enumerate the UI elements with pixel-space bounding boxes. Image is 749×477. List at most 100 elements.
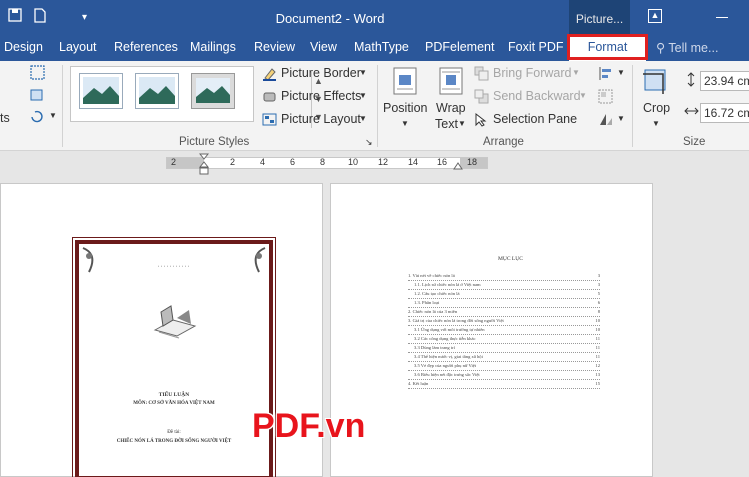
- dropdown-arrow-icon[interactable]: ▼: [49, 111, 57, 120]
- cover-subject: MÔN: CƠ SỞ VĂN HÓA VIỆT NAM: [133, 401, 215, 406]
- dropdown-arrow-icon[interactable]: ▼: [359, 68, 367, 77]
- shape-height-input[interactable]: 23.94 cm: [700, 71, 749, 91]
- toc-entry[interactable]: 3.1 Ứng dụng với môi trường tự nhiên 10: [408, 327, 600, 335]
- save-icon[interactable]: [8, 8, 22, 26]
- toc-entry-page: 15: [594, 381, 600, 386]
- tab-foxit-pdf[interactable]: Foxit PDF: [508, 40, 564, 54]
- ruler-number: 4: [260, 157, 266, 167]
- toc-entry-label: 1. Vài nét về chiếc nón lá: [408, 273, 456, 278]
- right-indent-marker[interactable]: [453, 160, 463, 174]
- separator: [632, 65, 633, 147]
- toc-entry[interactable]: 3.3 Dùng làm trang trí 11: [408, 345, 600, 353]
- picture-style-thumb-selected[interactable]: [191, 73, 235, 109]
- picture-style-thumb[interactable]: [79, 73, 123, 109]
- tab-mailings[interactable]: Mailings: [190, 40, 236, 54]
- send-backward-button[interactable]: Send Backward: [493, 89, 581, 103]
- reset-picture-icon[interactable]: [30, 109, 45, 124]
- dropdown-arrow-icon[interactable]: ▼: [617, 114, 625, 123]
- dropdown-arrow-icon[interactable]: ▼: [572, 68, 580, 77]
- position-icon: [393, 67, 417, 95]
- position-button[interactable]: Position: [383, 101, 427, 115]
- toc-entry[interactable]: 3.4 Thể hiện nước vị, giai tầng xã hội 11: [408, 354, 600, 362]
- wrap-text-label-line2[interactable]: Text: [435, 117, 458, 131]
- tab-references[interactable]: References: [114, 40, 178, 54]
- customize-qat-icon[interactable]: ▾: [82, 10, 87, 26]
- dropdown-arrow-icon[interactable]: ▼: [652, 119, 660, 128]
- ribbon-display-options-icon[interactable]: ▲: [648, 9, 662, 23]
- toc-entry-page: 3: [596, 282, 600, 287]
- selection-pane-button[interactable]: Selection Pane: [493, 112, 577, 126]
- dropdown-arrow-icon[interactable]: ▼: [359, 114, 367, 123]
- bring-forward-icon: [474, 66, 489, 81]
- dropdown-arrow-icon[interactable]: ▼: [617, 68, 625, 77]
- group-objects-icon[interactable]: [598, 89, 613, 104]
- crop-icon: [642, 67, 670, 95]
- ruler-number: 8: [320, 157, 326, 167]
- toc-entry[interactable]: 3. Giá trị của chiếc nón lá trong đời số…: [408, 318, 600, 326]
- ribbon: ts ▼ ▲ ▼ ▼ Picture Border ▼ Picture Effe…: [0, 61, 749, 151]
- title-bar: ▾ Document2 - Word Picture... ▲: [0, 0, 749, 36]
- tell-me-search[interactable]: ⚲ Tell me...: [656, 40, 718, 55]
- first-line-indent-marker[interactable]: [198, 153, 210, 182]
- toc-entry[interactable]: 1. Vài nét về chiếc nón lá 3: [408, 273, 600, 281]
- picture-style-thumb[interactable]: [135, 73, 179, 109]
- ruler-number: 10: [348, 157, 359, 167]
- toc-entry-label: 3.2 Các công dụng thực tiễn khác: [414, 336, 477, 341]
- cover-topic-label: Đề tài:: [167, 430, 181, 435]
- cover-border-frame: ··········· TIỂU LUẬN MÔN: CƠ SỞ VĂN HÓA…: [72, 237, 276, 477]
- toc-entry[interactable]: 1.1. Lịch sử chiếc nón lá ở Việt nam 3: [408, 282, 600, 290]
- toc-entry-label: 3.6 Biểu hiện nét đặc trưng sắc Việt: [414, 372, 481, 377]
- tell-me-label: Tell me...: [668, 41, 719, 55]
- picture-styles-gallery[interactable]: ▲ ▼ ▼: [70, 66, 323, 128]
- remove-background-icon[interactable]: [30, 65, 45, 80]
- wrap-text-icon: [439, 67, 463, 95]
- artistic-effects-partial-label[interactable]: ts: [0, 111, 10, 125]
- compress-pictures-icon[interactable]: [30, 87, 45, 102]
- toc-entry[interactable]: 1.3. Phân loại 6: [408, 300, 600, 308]
- tab-layout[interactable]: Layout: [59, 40, 97, 54]
- minimize-icon[interactable]: [716, 17, 728, 18]
- toc-entry[interactable]: 3.2 Các công dụng thực tiễn khác 11: [408, 336, 600, 344]
- toc-entry-label: 3.1 Ứng dụng với môi trường tự nhiên: [414, 327, 486, 332]
- wrap-text-button[interactable]: Wrap: [436, 101, 466, 115]
- document-title: Document2 - Word: [275, 11, 385, 26]
- ruler-area: 2 2 4 6 8 10 12 14 16 18: [0, 151, 749, 183]
- picture-border-button[interactable]: Picture Border: [281, 66, 361, 80]
- picture-effects-button[interactable]: Picture Effects: [281, 89, 361, 103]
- align-icon[interactable]: [598, 66, 613, 81]
- toc-entry[interactable]: 3.6 Biểu hiện nét đặc trưng sắc Việt 13: [408, 372, 600, 380]
- tab-design[interactable]: Design: [4, 40, 43, 54]
- dropdown-arrow-icon[interactable]: ▼: [359, 91, 367, 100]
- crop-button[interactable]: Crop: [643, 101, 670, 115]
- toc-entry[interactable]: 2. Chiếc nón lá của 3 miền 8: [408, 309, 600, 317]
- dropdown-arrow-icon[interactable]: ▼: [401, 119, 409, 128]
- lightbulb-icon: ⚲: [656, 41, 666, 55]
- shape-width-input[interactable]: 16.72 cm: [700, 103, 749, 123]
- toc-entry-page: 11: [594, 345, 600, 350]
- picture-effects-icon: [262, 89, 277, 104]
- tab-pdfelement[interactable]: PDFelement: [425, 40, 494, 54]
- cover-topic: CHIẾC NÓN LÁ TRONG ĐỜI SỐNG NGƯỜI VIỆT: [116, 439, 232, 444]
- document-page-toc[interactable]: MỤC LỤC 1. Vài nét về chiếc nón lá 3 1.1.…: [330, 183, 653, 477]
- toc-entry-page: 3: [596, 273, 600, 278]
- toc-entry-label: 1.1. Lịch sử chiếc nón lá ở Việt nam: [414, 282, 482, 287]
- picture-layout-button[interactable]: Picture Layout: [281, 112, 361, 126]
- toc-entry[interactable]: 1.2. Cấu tạo chiếc nón lá 5: [408, 291, 600, 299]
- tab-review[interactable]: Review: [254, 40, 295, 54]
- ruler-number: 18: [467, 157, 478, 167]
- new-document-icon[interactable]: [34, 8, 46, 27]
- bring-forward-button[interactable]: Bring Forward: [493, 66, 572, 80]
- toc-entry-page: 8: [596, 309, 600, 314]
- toc-entry-label: 3.3 Dùng làm trang trí: [414, 345, 456, 350]
- dropdown-arrow-icon[interactable]: ▼: [458, 119, 466, 128]
- dialog-launcher-icon[interactable]: ↘: [365, 137, 373, 148]
- toc-entry-page: 10: [594, 318, 600, 323]
- toc-entry[interactable]: 4. Kết luận 15: [408, 381, 600, 389]
- horizontal-ruler[interactable]: 2 2 4 6 8 10 12 14 16 18: [166, 157, 488, 169]
- tab-view[interactable]: View: [310, 40, 337, 54]
- tab-mathtype[interactable]: MathType: [354, 40, 409, 54]
- toc-entry[interactable]: 3.5 Vẻ đẹp của người phụ nữ Việt 12: [408, 363, 600, 371]
- dropdown-arrow-icon[interactable]: ▼: [579, 91, 587, 100]
- cover-heading: TIỂU LUẬN: [158, 392, 190, 398]
- rotate-icon[interactable]: [598, 112, 613, 127]
